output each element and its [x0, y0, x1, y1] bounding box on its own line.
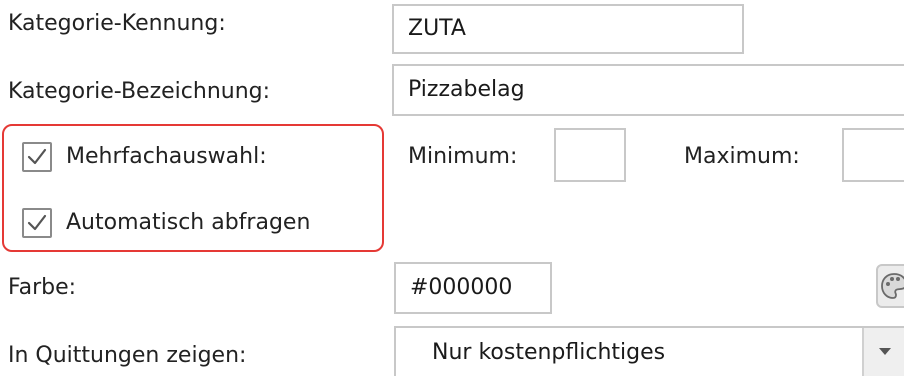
auto-query-label: Automatisch abfragen — [66, 210, 311, 235]
category-id-input[interactable]: ZUTA — [392, 4, 744, 54]
receipt-select[interactable]: Nur kostenpflichtiges — [394, 326, 904, 376]
checkmark-icon — [27, 148, 47, 165]
color-input[interactable]: #000000 — [394, 262, 552, 314]
minimum-label: Minimum: — [408, 144, 518, 169]
maximum-input[interactable] — [842, 128, 904, 182]
color-picker-button[interactable] — [876, 264, 904, 308]
receipt-selected-value: Nur kostenpflichtiges — [432, 340, 666, 365]
category-id-label: Kategorie-Kennung: — [8, 11, 226, 36]
minimum-input[interactable] — [554, 128, 626, 182]
category-form: Kategorie-Kennung: ZUTA Kategorie-Bezeic… — [0, 0, 904, 376]
category-name-value: Pizzabelag — [408, 77, 525, 102]
auto-query-checkbox[interactable] — [22, 208, 52, 238]
checkmark-icon — [27, 214, 47, 231]
maximum-label: Maximum: — [684, 144, 800, 169]
category-name-input[interactable]: Pizzabelag — [392, 64, 904, 116]
color-label: Farbe: — [8, 275, 77, 300]
receipt-dropdown-button[interactable] — [862, 328, 904, 376]
color-value: #000000 — [410, 275, 513, 300]
multi-select-label: Mehrfachauswahl: — [66, 144, 267, 169]
palette-icon — [881, 273, 904, 299]
multi-select-checkbox[interactable] — [22, 142, 52, 172]
chevron-down-icon — [879, 348, 891, 355]
receipt-label: In Quittungen zeigen: — [8, 343, 247, 368]
category-id-value: ZUTA — [408, 16, 466, 41]
category-name-label: Kategorie-Bezeichnung: — [8, 79, 271, 104]
